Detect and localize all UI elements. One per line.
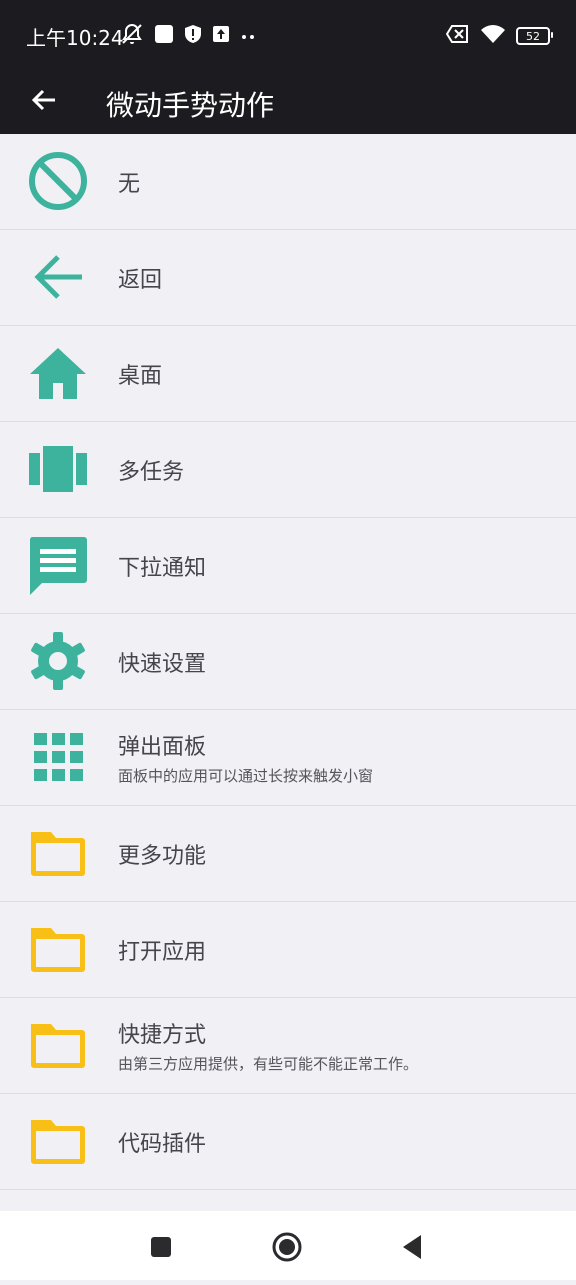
folder-icon bbox=[28, 1015, 88, 1075]
list-item-label: 下拉通知 bbox=[118, 555, 207, 581]
list-item-label: 打开应用 bbox=[118, 939, 207, 965]
recents-square-icon bbox=[149, 1235, 173, 1263]
battery-icon: 52 bbox=[516, 27, 553, 45]
recents-button[interactable] bbox=[141, 1229, 181, 1269]
list-item-code-plugins[interactable]: 代码插件 bbox=[0, 1094, 576, 1190]
home-button[interactable] bbox=[267, 1229, 307, 1269]
status-icons-left bbox=[120, 22, 258, 50]
home-icon bbox=[28, 343, 88, 403]
back-triangle-icon bbox=[399, 1233, 425, 1265]
list-item-open-app[interactable]: 打开应用 bbox=[0, 902, 576, 998]
list-item-quick-settings[interactable]: 快速设置 bbox=[0, 614, 576, 710]
list-item-sublabel: 面板中的应用可以通过长按来触发小窗 bbox=[118, 767, 374, 785]
arrow-left-icon bbox=[28, 247, 88, 307]
status-time: 上午10:24 bbox=[26, 26, 124, 50]
list-item-notifications[interactable]: 下拉通知 bbox=[0, 518, 576, 614]
folder-icon bbox=[28, 919, 88, 979]
action-list: 无 返回 桌面 多任务 下拉通知 快速设置 弹出面板 面板中的应用可以通过长按来… bbox=[0, 134, 576, 1285]
notification-message-icon bbox=[28, 535, 88, 595]
back-nav-button[interactable] bbox=[392, 1229, 432, 1269]
navigation-bar bbox=[0, 1211, 576, 1280]
list-item-home[interactable]: 桌面 bbox=[0, 326, 576, 422]
list-item-label: 返回 bbox=[118, 267, 163, 293]
gear-icon bbox=[28, 631, 88, 691]
list-item-label: 多任务 bbox=[118, 459, 185, 485]
grid-icon bbox=[28, 727, 88, 787]
list-item-label: 快捷方式 bbox=[118, 1023, 207, 1048]
shield-alert-icon bbox=[184, 24, 202, 48]
more-dots-icon bbox=[240, 27, 258, 46]
list-item-none[interactable]: 无 bbox=[0, 134, 576, 230]
list-item-shortcuts[interactable]: 快捷方式 由第三方应用提供，有些可能不能正常工作。 bbox=[0, 998, 576, 1094]
folder-icon bbox=[28, 1111, 88, 1171]
upload-icon bbox=[212, 25, 230, 47]
list-item-recents[interactable]: 多任务 bbox=[0, 422, 576, 518]
status-icons-right: 52 bbox=[445, 23, 553, 49]
list-item-sublabel: 由第三方应用提供，有些可能不能正常工作。 bbox=[118, 1055, 419, 1073]
back-button[interactable] bbox=[24, 82, 64, 122]
list-item-popup-panel[interactable]: 弹出面板 面板中的应用可以通过长按来触发小窗 bbox=[0, 710, 576, 806]
block-icon bbox=[28, 151, 88, 211]
list-item-label: 桌面 bbox=[118, 363, 163, 389]
list-item-back[interactable]: 返回 bbox=[0, 230, 576, 326]
sim-off-icon bbox=[445, 24, 470, 48]
wifi-icon bbox=[480, 23, 506, 49]
square-notification-icon bbox=[154, 24, 174, 48]
list-item-label: 代码插件 bbox=[118, 1131, 207, 1157]
folder-icon bbox=[28, 823, 88, 883]
dnd-off-icon bbox=[120, 22, 144, 50]
list-item-label: 更多功能 bbox=[118, 843, 207, 869]
list-item-label: 弹出面板 bbox=[118, 735, 207, 760]
page-title: 微动手势动作 bbox=[106, 89, 275, 122]
home-circle-icon bbox=[271, 1231, 303, 1267]
battery-level: 52 bbox=[526, 29, 540, 43]
list-item-label: 无 bbox=[118, 171, 141, 197]
recents-icon bbox=[28, 439, 88, 499]
app-bar: 微动手势动作 bbox=[0, 70, 576, 134]
list-item-label: 快速设置 bbox=[118, 651, 207, 677]
list-item-more-functions[interactable]: 更多功能 bbox=[0, 806, 576, 902]
arrow-back-icon bbox=[30, 86, 58, 118]
status-bar: 上午10:24 52 bbox=[0, 0, 576, 70]
